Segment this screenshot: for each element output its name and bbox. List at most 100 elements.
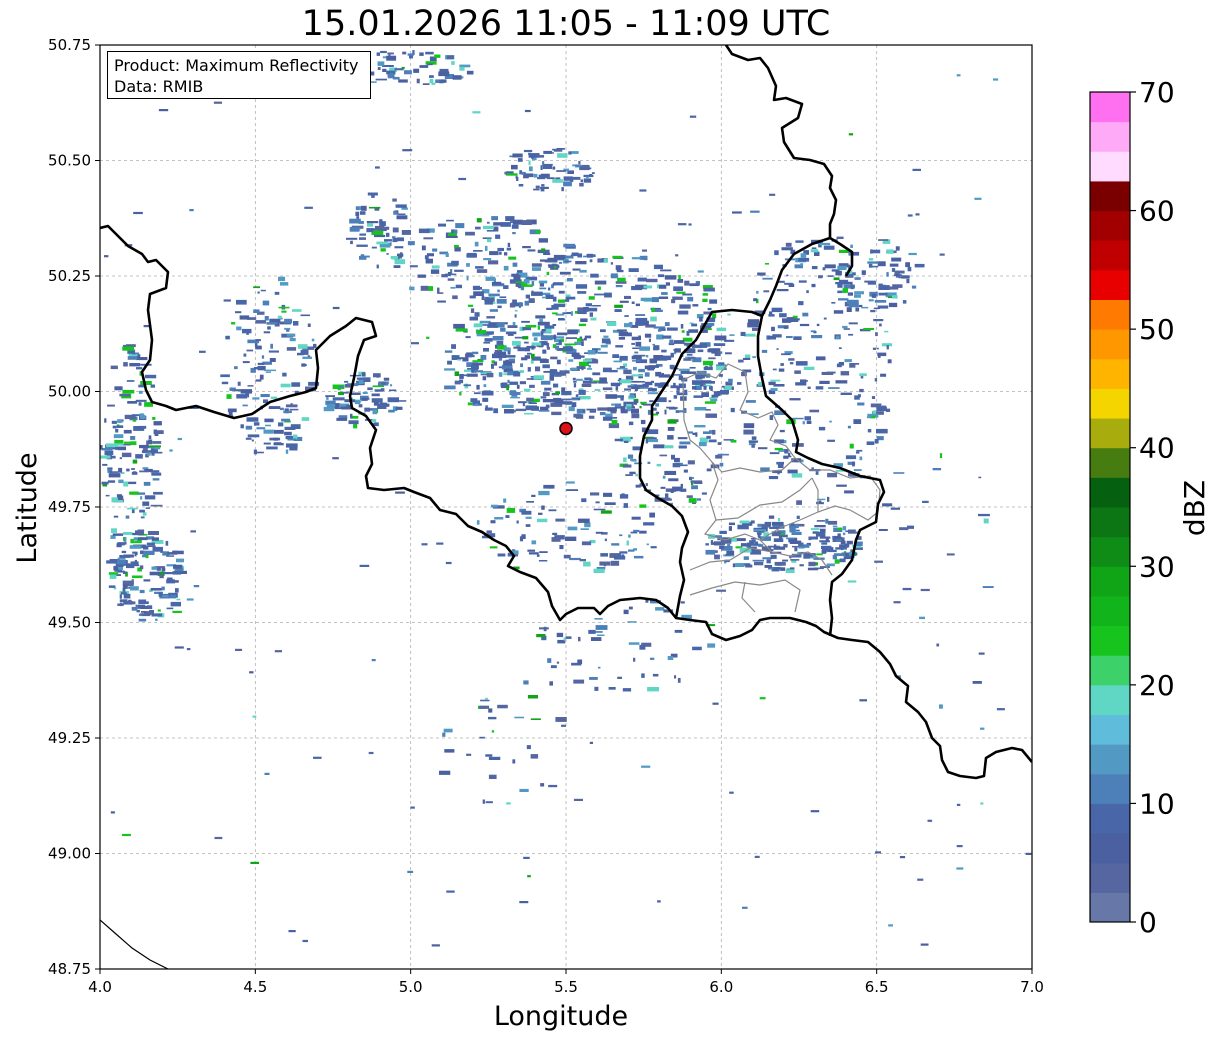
echo-cell [735, 563, 745, 567]
echo-cell [476, 384, 480, 390]
echo-cell [147, 531, 159, 535]
echo-cell [485, 405, 488, 408]
echo-cell [519, 788, 529, 792]
echo-cell [754, 529, 766, 532]
echo-cell [631, 301, 635, 304]
x-tick-label: 5.0 [399, 978, 423, 996]
echo-cell [516, 384, 520, 389]
echo-cell [561, 187, 564, 192]
echo-cell [699, 316, 703, 322]
echo-cell [804, 416, 811, 421]
echo-cell [789, 398, 801, 401]
echo-cell [577, 253, 583, 258]
echo-cell [467, 304, 474, 307]
echo-cell [917, 878, 924, 881]
echo-cell [163, 572, 175, 575]
echo-cell [142, 448, 148, 453]
echo-cell [615, 345, 624, 348]
echo-cell [542, 164, 553, 169]
echo-cell [796, 500, 802, 505]
echo-cell [260, 289, 266, 292]
radar-site-marker [559, 421, 573, 436]
echo-cell [139, 444, 149, 449]
y-tick-label: 50.00 [48, 383, 91, 401]
colorbar-swatch [1090, 210, 1130, 241]
echo-cell [516, 176, 519, 181]
echo-cell [808, 561, 816, 567]
echo-cell [587, 350, 596, 355]
echo-cell [983, 518, 989, 524]
echo-cell [769, 452, 780, 455]
x-axis-title: Longitude [494, 1001, 628, 1032]
colorbar-tick-label: 70 [1139, 76, 1175, 109]
echo-cell [221, 381, 229, 385]
echo-cell [135, 454, 143, 459]
echo-cell [665, 493, 669, 498]
echo-cell [870, 249, 873, 254]
echo-cell [396, 215, 408, 220]
echo-cell [581, 541, 592, 546]
echo-cell [555, 518, 565, 522]
echo-cell [439, 770, 451, 775]
echo-cell [842, 325, 848, 329]
echo-cell [877, 305, 889, 309]
echo-cell [644, 365, 656, 370]
echo-cell [666, 327, 678, 331]
echo-cell [768, 314, 775, 317]
echo-cell [565, 337, 577, 339]
echo-cell [122, 346, 134, 351]
echo-cell [117, 495, 124, 500]
colorbar-label: dBZ [1178, 480, 1211, 536]
echo-cell [246, 417, 259, 422]
echo-cell [396, 237, 404, 242]
echo-cell [413, 68, 420, 73]
echo-cell [266, 322, 278, 325]
echo-cell [742, 906, 748, 909]
echo-cell [831, 302, 836, 304]
echo-cell [806, 420, 812, 424]
echo-cell [270, 396, 278, 399]
echo-cell [520, 286, 525, 291]
echo-cell [150, 588, 162, 591]
echo-cell [494, 352, 498, 356]
echo-cell [692, 386, 697, 390]
echo-cell [543, 252, 551, 255]
echo-cell [355, 228, 359, 230]
echo-cell [761, 525, 770, 528]
echo-cell [263, 429, 274, 434]
echo-cell [594, 389, 601, 391]
echo-cell [583, 178, 592, 183]
echo-cell [615, 403, 622, 407]
echo-cell [647, 439, 659, 443]
echo-cell [555, 391, 561, 395]
echo-cell [303, 364, 307, 367]
echo-cell [401, 66, 405, 69]
echo-cell [669, 339, 674, 345]
echo-cell [748, 440, 759, 443]
echo-cell [226, 394, 232, 399]
echo-cell [507, 350, 511, 355]
echo-cell [245, 437, 252, 440]
echo-cell [676, 291, 686, 294]
echo-cell [573, 383, 577, 388]
echo-cell [689, 115, 697, 118]
echo-cell [467, 252, 476, 258]
echo-cell [524, 355, 531, 359]
echo-cell [283, 410, 292, 414]
echo-cell [325, 400, 336, 405]
echo-cell [488, 293, 500, 297]
echo-cell [579, 559, 586, 562]
echo-cell [252, 397, 260, 400]
echo-cell [561, 398, 571, 401]
echo-cell [371, 398, 383, 403]
echo-cell [703, 385, 707, 390]
echo-cell [783, 440, 787, 444]
echo-cell [527, 875, 531, 878]
echo-cell [633, 400, 638, 405]
echo-cell [242, 328, 252, 334]
echo-cell [702, 293, 709, 296]
echo-cell [419, 52, 424, 56]
echo-cell [118, 479, 124, 484]
echo-cell [866, 441, 875, 445]
echo-cell [565, 636, 572, 639]
